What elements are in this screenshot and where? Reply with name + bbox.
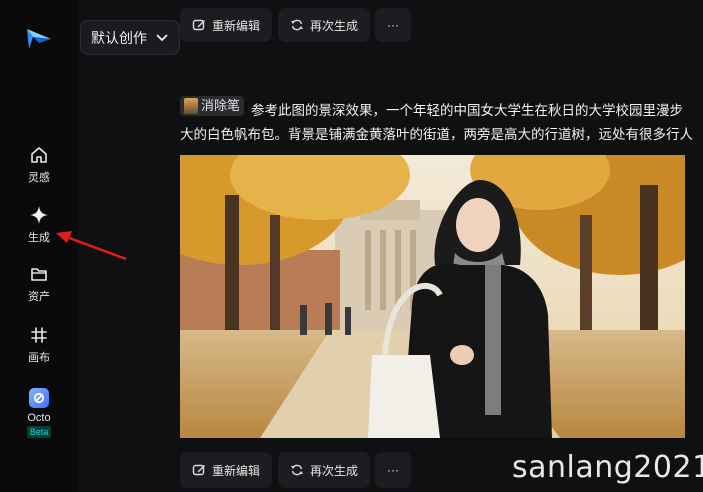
top-more-button[interactable]: ··· [375,8,411,42]
sidebar-item-label: 画布 [28,352,50,364]
watermark-text: sanlang2021 [512,450,703,485]
prompt-text: 消除笔 参考此图的景深效果，一个年轻的中国女大学生在秋日的大学校园里漫步 大的白… [180,96,703,146]
sidebar-item-canvas[interactable]: 画布 [0,325,78,365]
sidebar-item-label: 生成 [28,232,50,244]
sidebar: 灵感 生成 资产 画布 Octo Beta [0,0,127,492]
octo-icon [29,388,49,408]
more-button[interactable]: ··· [375,452,411,488]
home-icon [31,147,47,163]
eraser-chip-label: 消除笔 [201,98,241,113]
sidebar-item-octo[interactable]: Octo Beta [0,388,78,438]
more-icon: ··· [387,18,399,32]
top-regenerate-label: 再次生成 [310,18,359,33]
top-reedit-button[interactable]: 重新编辑 [180,8,273,42]
top-reedit-label: 重新编辑 [212,18,261,33]
refresh-icon [291,464,303,476]
refresh-icon [291,19,303,31]
prompt-line-1: 参考此图的景深效果，一个年轻的中国女大学生在秋日的大学校园里漫步 [251,103,684,118]
prompt-line-2: 大的白色帆布包。背景是铺满金黄落叶的街道，两旁是高大的行道树，远处有很多行人 [180,127,693,142]
mode-select-label: 默认创作 [91,29,147,46]
sidebar-item-label: 灵感 [28,172,50,184]
folder-icon [31,268,47,281]
sidebar-item-assets[interactable]: 资产 [0,264,78,304]
more-icon: ··· [387,463,399,477]
top-regenerate-button[interactable]: 再次生成 [278,8,371,42]
eraser-chip[interactable]: 消除笔 [180,96,245,116]
regenerate-button[interactable]: 再次生成 [278,452,371,488]
regenerate-label: 再次生成 [310,463,359,478]
generated-image[interactable] [180,155,685,438]
reference-thumbnail [184,98,198,114]
beta-badge: Beta [26,426,52,438]
sidebar-item-inspiration[interactable]: 灵感 [0,145,78,185]
mode-select[interactable]: 默认创作 [80,20,180,55]
sparkle-icon [30,206,48,224]
reedit-label: 重新编辑 [212,463,261,478]
octo-label: Octo [27,412,51,424]
sidebar-item-label: 资产 [28,291,50,303]
chevron-down-icon [156,33,168,41]
canvas-icon [31,327,47,343]
main-content: 默认创作 重新编辑 再次生成 ··· 消除笔 参考此图的景深效果，一个年轻的中国… [78,0,703,492]
reedit-button[interactable]: 重新编辑 [180,452,273,488]
edit-icon [192,464,205,476]
app-logo-icon[interactable] [25,27,53,51]
edit-icon [192,19,205,31]
